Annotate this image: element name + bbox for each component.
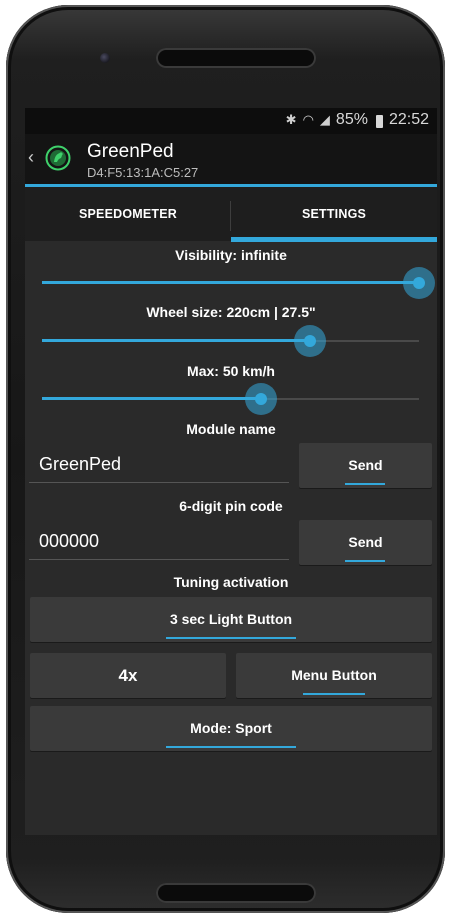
wheel-size-label: Wheel size: 220cm | 27.5": [146, 304, 316, 320]
signal-icon: ◢: [319, 112, 330, 127]
button-underline: [303, 693, 365, 695]
slider-thumb[interactable]: [304, 335, 316, 347]
wifi-icon: ◠: [302, 112, 314, 127]
visibility-slider[interactable]: [42, 265, 435, 301]
button-underline: [166, 637, 296, 639]
pin-code-field[interactable]: 000000: [29, 524, 289, 560]
send-button-label: Send: [348, 534, 383, 550]
send-button-label: Send: [348, 457, 383, 473]
mode-button[interactable]: Mode: Sport: [30, 706, 432, 751]
module-name-field[interactable]: GreenPed: [29, 447, 289, 483]
tab-bar: SPEEDOMETER SETTINGS: [25, 187, 437, 242]
button-underline: [345, 483, 385, 485]
max-speed-slider[interactable]: [42, 381, 419, 417]
slider-fill: [42, 397, 261, 400]
button-underline: [166, 746, 296, 748]
slider-thumb[interactable]: [255, 393, 267, 405]
active-tab-indicator: [231, 237, 437, 242]
visibility-label: Visibility: infinite: [175, 247, 287, 263]
bluetooth-icon: ✱: [285, 112, 297, 127]
app-logo-icon: [45, 145, 71, 171]
module-name-label: Module name: [186, 421, 276, 437]
tuning-activation-label: Tuning activation: [173, 574, 289, 590]
pin-code-label: 6-digit pin code: [179, 498, 283, 514]
slider-fill: [42, 339, 310, 342]
battery-percent: 85%: [335, 111, 368, 128]
slider-thumb[interactable]: [413, 277, 425, 289]
press-count-button[interactable]: 4x: [30, 653, 226, 698]
bottom-speaker: [156, 883, 316, 903]
tab-speedometer[interactable]: SPEEDOMETER: [25, 187, 231, 241]
back-icon[interactable]: ‹: [28, 147, 34, 168]
earpiece-speaker: [156, 48, 316, 68]
slider-fill: [42, 281, 419, 284]
press-count-label: 4x: [118, 666, 138, 685]
menu-button-toggle[interactable]: Menu Button: [236, 653, 432, 698]
light-button-toggle[interactable]: 3 sec Light Button: [30, 597, 432, 642]
clock: 22:52: [388, 111, 429, 128]
front-camera: [100, 53, 110, 63]
button-underline: [345, 560, 385, 562]
screen: ✱ ◠ ◢ 85% 22:52 ‹ GreenPed D4:F5:13:1A:C…: [25, 108, 437, 835]
mode-label: Mode: Sport: [190, 720, 272, 736]
send-pin-button[interactable]: Send: [299, 520, 432, 565]
menu-button-label: Menu Button: [291, 667, 377, 683]
battery-icon: [375, 114, 383, 128]
wheel-size-slider[interactable]: [42, 323, 419, 359]
send-module-name-button[interactable]: Send: [299, 443, 432, 488]
app-title: GreenPed: [87, 141, 174, 162]
app-bar: ‹ GreenPed D4:F5:13:1A:C5:27: [25, 134, 437, 187]
status-bar: ✱ ◠ ◢ 85% 22:52: [25, 108, 437, 134]
tab-settings[interactable]: SETTINGS: [231, 187, 437, 241]
device-address: D4:F5:13:1A:C5:27: [87, 165, 199, 180]
max-speed-label: Max: 50 km/h: [187, 363, 275, 379]
light-button-label: 3 sec Light Button: [169, 611, 293, 627]
